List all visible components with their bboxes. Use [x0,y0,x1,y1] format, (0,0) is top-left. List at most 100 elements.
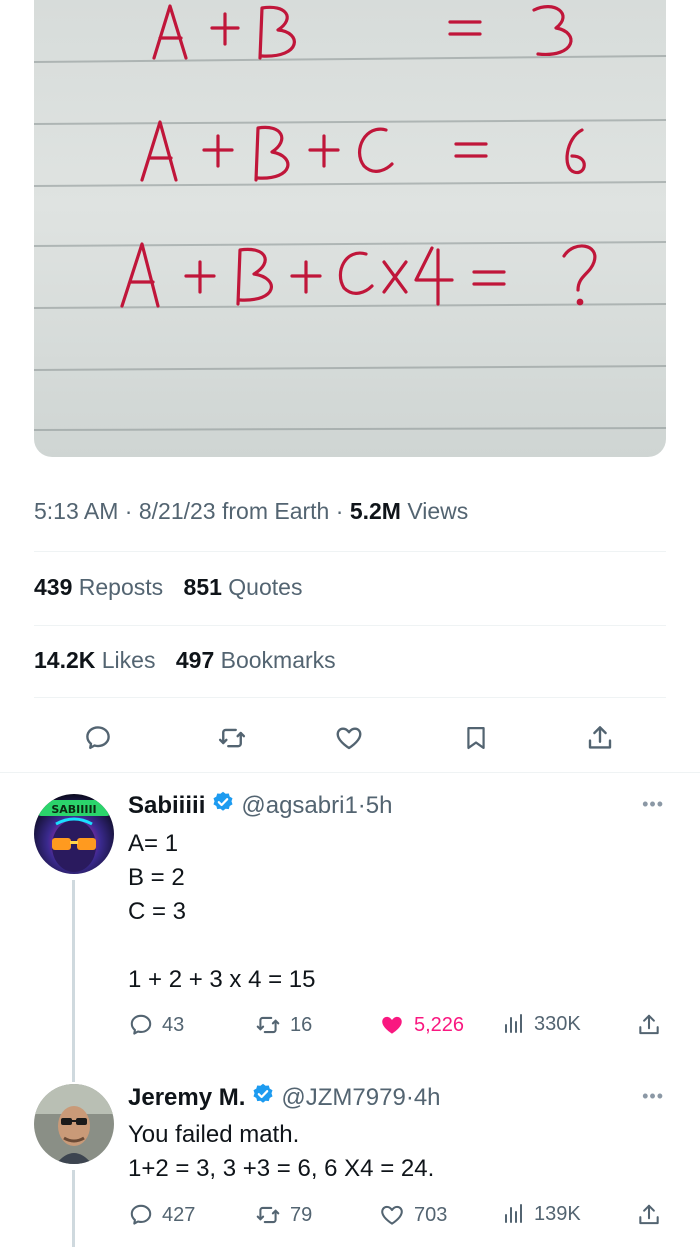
avatar-logo-text: SABIIIII [51,803,96,816]
like-count: 5,226 [414,1013,465,1036]
reply-time[interactable]: 5h [366,792,393,820]
repost-icon [218,728,246,748]
reply-text-line: C = 3 [128,898,187,925]
reposts-count: 439 [34,574,73,600]
separator-dot: · [357,791,366,819]
heart-icon [336,727,362,750]
reply-count: 43 [162,1013,185,1036]
reposts-label: Reposts [78,574,164,600]
repost-icon [256,1016,280,1034]
share-icon [588,726,612,749]
like-button[interactable]: 703 [378,1202,447,1228]
username-handle[interactable]: @JZM7979 [281,1084,405,1112]
reply-text-line: 1 + 2 + 3 x 4 = 15 [128,966,316,993]
views-button[interactable]: 330K [502,1012,581,1036]
like-button[interactable]: 5,226 [378,1012,464,1038]
likes-count: 14.2K [34,647,96,673]
reply-header: Sabiiiii @agsabri1 · 5h [128,790,393,821]
repost-button[interactable]: 16 [254,1012,312,1038]
avatar-image [34,1084,114,1164]
divider [34,551,666,552]
reply-icon [86,726,110,750]
reply-text-line: A= 1 [128,830,179,857]
reply-icon [130,1014,152,1035]
repost-quote-stats: 439 Reposts 851 Quotes [34,574,302,601]
meta-separator: · [335,498,350,524]
reposts-stat[interactable]: 439 Reposts [34,574,163,600]
handwritten-equations [120,4,597,308]
views-button[interactable]: 139K [502,1202,581,1226]
display-name[interactable]: Jeremy M. [128,1084,245,1112]
verified-badge-icon [211,790,235,821]
views-label: Views [407,498,469,524]
repost-icon [256,1206,280,1224]
repost-count: 16 [290,1013,313,1036]
notebook-paper [34,4,666,431]
tweet-source: from Earth [221,498,330,524]
like-bookmark-stats: 14.2K Likes 497 Bookmarks [34,647,336,674]
quotes-count: 851 [183,574,222,600]
views-count: 330K [534,1012,581,1035]
avatar-image: SABIIIII [34,794,114,874]
reply-text-line: You failed math. [128,1121,300,1148]
tweet-time[interactable]: 5:13 AM [34,498,118,524]
analytics-icon [505,1204,522,1223]
share-icon [639,1014,659,1035]
reply-time[interactable]: 4h [414,1084,441,1112]
reply-button[interactable] [80,720,116,756]
reply-header: Jeremy M. @JZM7979 · 4h [128,1082,441,1113]
avatar[interactable] [34,1084,114,1164]
bookmarks-label: Bookmarks [220,647,336,673]
share-icon [639,1204,659,1225]
bookmarks-count: 497 [175,647,215,673]
divider [34,697,666,698]
analytics-icon [505,1014,522,1033]
tweet-image[interactable] [34,0,666,457]
repost-button[interactable]: 79 [254,1202,312,1228]
tweet-date[interactable]: 8/21/23 [139,498,216,524]
reply-text-line: 1+2 = 3, 3 +3 = 6, 6 X4 = 24. [128,1155,435,1182]
repost-count: 79 [290,1203,313,1226]
reply-action-bar: 43 16 5,226 330K [128,1012,668,1044]
thread-line [72,1170,75,1247]
views-count: 139K [534,1202,581,1225]
more-options-icon[interactable]: ••• [642,1086,664,1107]
thread-line [72,880,75,1082]
like-count: 703 [414,1203,448,1226]
share-button[interactable] [582,720,618,756]
verified-badge-icon [251,1082,275,1113]
reply-text-line [128,929,315,963]
views-count: 5.2M [349,498,401,524]
username-handle[interactable]: @agsabri1 [241,792,357,820]
meta-separator: · [124,498,139,524]
separator-dot: · [405,1083,414,1111]
like-button[interactable] [331,720,367,756]
reply-text: A= 1 B = 2 C = 3 1 + 2 + 3 x 4 = 15 [128,827,315,997]
share-button[interactable] [636,1202,662,1228]
reply-icon [130,1204,152,1225]
repost-button[interactable] [214,720,250,756]
reply-button[interactable]: 43 [128,1012,184,1038]
reply-text: You failed math. 1+2 = 3, 3 +3 = 6, 6 X4… [128,1118,434,1186]
reply-text-line: B = 2 [128,864,185,891]
reply-button[interactable]: 427 [128,1202,195,1228]
likes-label: Likes [101,647,156,673]
tweet-action-bar [34,712,666,764]
share-button[interactable] [636,1012,662,1038]
more-options-icon[interactable]: ••• [642,794,664,815]
likes-stat[interactable]: 14.2K Likes [34,647,155,673]
quotes-label: Quotes [228,574,303,600]
display-name[interactable]: Sabiiiii [128,792,205,820]
tweet-meta: 5:13 AM · 8/21/23 from Earth · 5.2M View… [34,498,468,525]
bookmark-button[interactable] [458,720,494,756]
heart-filled-icon [382,1016,402,1034]
reply-action-bar: 427 79 703 139K [128,1202,668,1234]
bookmark-icon [467,726,485,750]
reply-item[interactable]: SABIIIII Sabiiiii @agsabri1 · 5h ••• A= … [0,772,700,1082]
bookmarks-stat[interactable]: 497 Bookmarks [176,647,336,673]
heart-icon [381,1205,403,1225]
reply-item[interactable]: Jeremy M. @JZM7979 · 4h ••• You failed m… [0,1082,700,1247]
quotes-stat[interactable]: 851 Quotes [184,574,303,600]
avatar[interactable]: SABIIIII [34,794,114,874]
divider [34,625,666,626]
